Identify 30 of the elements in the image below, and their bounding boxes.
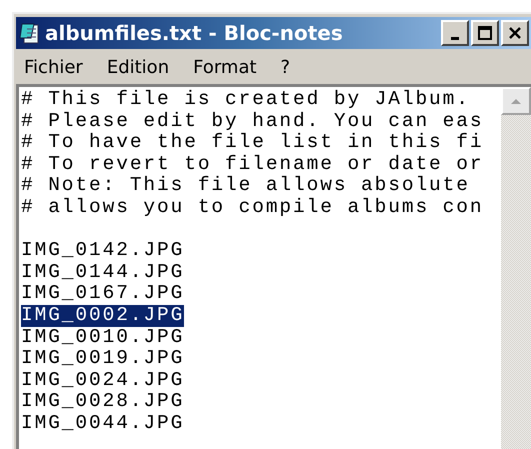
text-editor[interactable]: [16, 84, 531, 449]
menu-item[interactable]: ?: [280, 57, 290, 78]
text-line: # To have the file list in this fi: [21, 132, 484, 154]
notepad-icon: [19, 22, 41, 44]
text-line: # allows you to compile albums con: [21, 196, 484, 219]
text-line: IMG_0028.JPG: [21, 391, 184, 413]
menu-item[interactable]: Fichier: [24, 57, 83, 78]
text-line: # Note: This file allows absolute: [21, 175, 471, 197]
up-arrow-icon: [510, 98, 522, 104]
close-icon: [508, 26, 522, 40]
vertical-scrollbar[interactable]: [501, 87, 531, 449]
text-line: IMG_0044.JPG: [21, 412, 184, 434]
text-line: IMG_0142.JPG: [21, 240, 184, 262]
menu-item[interactable]: Edition: [106, 57, 170, 78]
menu-item[interactable]: Format: [193, 57, 257, 78]
text-line: IMG_0144.JPG: [21, 262, 184, 284]
text-line: IMG_0019.JPG: [21, 348, 184, 370]
text-line: # Please edit by hand. You can eas: [21, 110, 484, 132]
text-line: IMG_0167.JPG: [21, 283, 184, 305]
maximize-icon: [478, 26, 492, 40]
text-line: # To revert to filename or date or: [21, 154, 484, 176]
minimize-button[interactable]: [441, 20, 469, 46]
minimize-icon: [451, 36, 459, 40]
text-line: IMG_0024.JPG: [21, 370, 184, 392]
maximize-button[interactable]: [471, 20, 499, 46]
close-button[interactable]: [501, 20, 529, 46]
scroll-up-button[interactable]: [501, 87, 531, 115]
text-line: IMG_0010.JPG: [21, 326, 184, 348]
window-title: albumfiles.txt - Bloc-notes: [45, 21, 344, 45]
text-line: # This file is created by JAlbum.: [21, 89, 471, 111]
